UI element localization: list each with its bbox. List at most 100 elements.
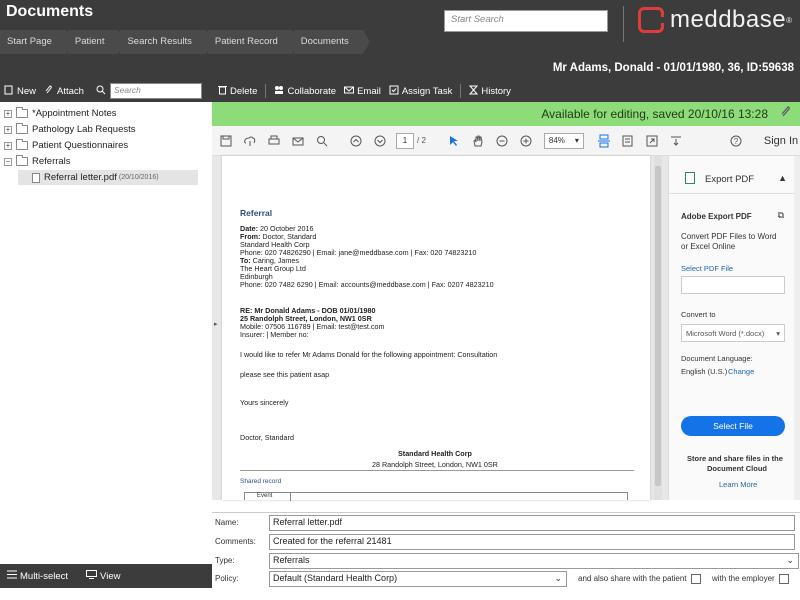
expand-icon[interactable]: + [4, 141, 12, 150]
panel-scrollbar[interactable] [794, 156, 800, 500]
breadcrumb-start-page[interactable]: Start Page [0, 30, 73, 54]
chevron-down-icon: ⌄ [786, 555, 794, 565]
breadcrumb-search-results[interactable]: Search Results [120, 30, 214, 54]
attach-label: Attach [57, 85, 84, 97]
breadcrumb-documents[interactable]: Documents [293, 30, 370, 54]
assign-task-button[interactable]: Assign Task [385, 85, 457, 98]
type-label: Type: [215, 556, 235, 565]
export-document-icon[interactable] [618, 131, 638, 151]
email-button[interactable]: Email [340, 85, 385, 98]
multi-select-label: Multi-select [20, 570, 69, 582]
paperclip-icon[interactable] [780, 106, 792, 121]
sign-in-link[interactable]: Sign In [764, 135, 798, 147]
toolbar-separator [460, 84, 462, 98]
upload-icon[interactable] [240, 131, 260, 151]
adobe-info-icon[interactable]: ⧉ [778, 210, 784, 221]
tree-item[interactable]: + *Appointment Notes [4, 106, 117, 121]
tree-item[interactable]: + Pathology Lab Requests [4, 122, 136, 137]
comments-label: Comments: [215, 537, 256, 546]
policy-label: Policy: [215, 574, 239, 583]
expand-icon[interactable]: + [4, 109, 12, 118]
email-label: Email [357, 85, 381, 97]
zoom-select[interactable]: 84% ▾ [543, 132, 584, 149]
viewer-scrollbar[interactable] [654, 156, 662, 500]
collaborate-button[interactable]: Collaborate [270, 85, 340, 98]
logo-divider [623, 6, 624, 42]
viewer-scroll-thumb[interactable] [655, 166, 661, 486]
scroll-mode-icon[interactable] [594, 131, 614, 151]
chevron-down-icon: ⌄ [554, 573, 562, 583]
name-label: Name: [215, 518, 239, 527]
pdf-event-header: Event [245, 493, 291, 501]
expand-icon[interactable]: + [4, 125, 12, 134]
name-row: Name: Referral letter.pdf [212, 515, 800, 531]
pdf-file-box[interactable] [681, 276, 785, 294]
tree-item[interactable]: + Patient Questionnaires [4, 138, 128, 153]
history-button[interactable]: History [465, 85, 515, 98]
zoom-out-icon[interactable] [492, 131, 512, 151]
folder-icon [16, 155, 28, 166]
find-icon[interactable] [312, 131, 332, 151]
collapse-icon[interactable]: − [4, 157, 12, 166]
svg-text:?: ? [734, 137, 739, 146]
convert-format-select[interactable]: Microsoft Word (*.docx) ▾ [681, 324, 785, 342]
select-cursor-icon[interactable] [444, 131, 464, 151]
tree-file-label: Referral letter.pdf [44, 172, 117, 183]
collaborate-label: Collaborate [287, 85, 337, 97]
tree-item[interactable]: − Referrals [4, 154, 71, 169]
share-employer-label: with the employer [712, 574, 775, 584]
policy-select[interactable]: Default (Standard Health Corp) ⌄ [269, 571, 567, 587]
folder-icon [16, 107, 28, 118]
learn-more-link[interactable]: Learn More [719, 480, 757, 489]
attach-button[interactable]: Attach [40, 84, 88, 98]
share-patient-checkbox[interactable] [690, 574, 701, 584]
annotate-icon[interactable] [666, 131, 686, 151]
previous-page-icon[interactable] [346, 131, 366, 151]
select-file-button[interactable]: Select File [681, 416, 785, 436]
name-field[interactable]: Referral letter.pdf [269, 515, 795, 531]
breadcrumb-patient[interactable]: Patient [67, 30, 125, 54]
logo-text: meddbase [670, 6, 787, 33]
new-button[interactable]: New [0, 85, 40, 98]
collapse-panel-icon[interactable]: ▸ [214, 320, 218, 328]
delete-button[interactable]: Delete [214, 85, 261, 98]
print-icon[interactable] [264, 131, 284, 151]
documents-search-input[interactable]: Search [109, 83, 202, 99]
help-icon[interactable]: ? [726, 131, 746, 151]
new-label: New [17, 85, 37, 97]
store-share-line: Document Cloud [707, 464, 767, 473]
view-button[interactable]: View [82, 570, 124, 582]
email-icon[interactable] [288, 131, 308, 151]
store-share-line: Store and share files in the [687, 454, 783, 463]
change-language-link[interactable]: Change [728, 367, 754, 376]
page-number-input[interactable]: 1 [396, 132, 414, 149]
zoom-in-icon[interactable] [516, 131, 536, 151]
pdf-closing: Yours sincerely [240, 398, 289, 407]
fullscreen-icon[interactable] [642, 131, 662, 151]
zoom-value: 84% [548, 135, 565, 145]
comments-field[interactable]: Created for the referral 21481 [269, 534, 795, 550]
export-pdf-header[interactable]: Export PDF ▲ [669, 156, 800, 194]
history-label: History [481, 85, 511, 97]
chevron-down-icon: ▾ [574, 135, 579, 145]
global-search-input[interactable]: Start Search [444, 10, 608, 32]
export-pdf-label: Export PDF [705, 174, 755, 185]
select-pdf-file-link[interactable]: Select PDF File [681, 264, 733, 273]
multi-select-button[interactable]: Multi-select [3, 570, 72, 582]
adobe-desc-line: or Excel Online [681, 242, 736, 251]
new-document-icon [4, 85, 14, 98]
share-employer-checkbox[interactable] [778, 574, 789, 584]
save-icon[interactable] [216, 131, 236, 151]
tree-item-selected[interactable]: Referral letter.pdf (20/10/2016) [18, 170, 198, 185]
search-icon [96, 85, 106, 98]
pdf-body-line: please see this patient asap [240, 370, 330, 379]
breadcrumb-patient-record[interactable]: Patient Record [207, 30, 299, 54]
breadcrumb: Start Page Patient Search Results Patien… [0, 30, 370, 54]
chevron-up-icon[interactable]: ▲ [778, 173, 787, 183]
top-bar: Documents Start Page Patient Search Resu… [0, 0, 800, 58]
hand-tool-icon[interactable] [468, 131, 488, 151]
next-page-icon[interactable] [370, 131, 390, 151]
type-select[interactable]: Referrals ⌄ [269, 553, 799, 569]
policy-value: Default (Standard Health Corp) [273, 573, 398, 583]
pdf-signature: Doctor, Standard [240, 433, 294, 442]
